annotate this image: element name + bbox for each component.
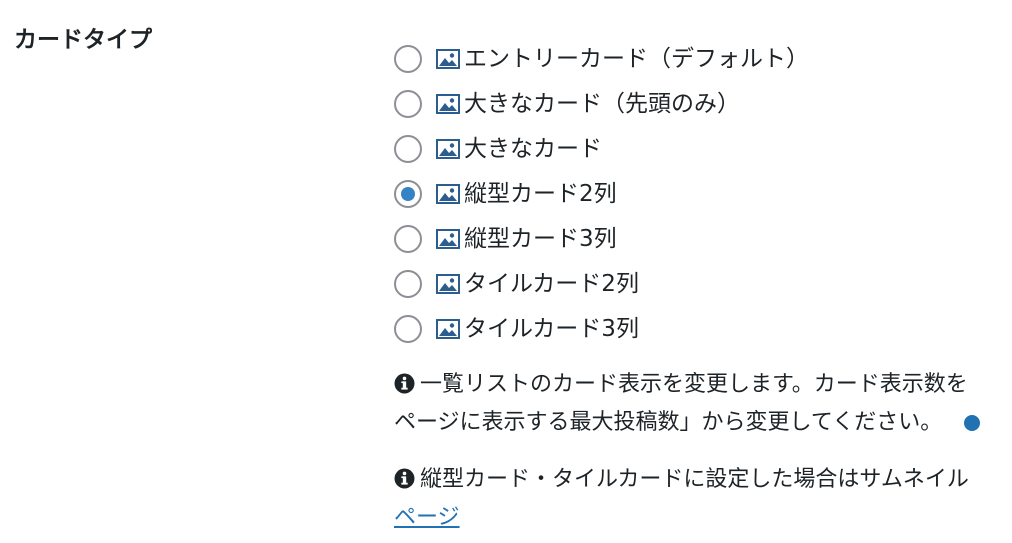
description-line: 縦型カード・タイルカードに設定した場合はサムネイル bbox=[394, 461, 1012, 499]
radio-option-label: タイルカード2列 bbox=[464, 270, 639, 297]
image-icon bbox=[436, 48, 460, 69]
radio-option-entry-card-default[interactable]: エントリーカード（デフォルト） bbox=[394, 36, 809, 81]
image-icon bbox=[436, 228, 460, 249]
description-text: 縦型カード・タイルカードに設定した場合はサムネイル bbox=[420, 467, 969, 492]
radio-option-label: エントリーカード（デフォルト） bbox=[464, 45, 809, 72]
radio-option-label: 大きなカード bbox=[464, 135, 602, 162]
image-icon bbox=[436, 273, 460, 294]
thumbnail-description: 縦型カード・タイルカードに設定した場合はサムネイル ページ bbox=[394, 461, 1012, 537]
radio-option-vertical-card-3-columns[interactable]: 縦型カード3列 bbox=[394, 216, 809, 261]
card-display-description: 一覧リストのカード表示を変更します。カード表示数を ページに表示する最大投稿数」… bbox=[394, 366, 1012, 442]
radio-option-tile-card-3-columns[interactable]: タイルカード3列 bbox=[394, 306, 809, 351]
radio-option-vertical-card-2-columns[interactable]: 縦型カード2列 bbox=[394, 171, 809, 216]
image-icon bbox=[436, 318, 460, 339]
card-type-radio-group: エントリーカード（デフォルト） 大きなカード（先頭のみ） 大きなカード 縦型カー… bbox=[394, 36, 809, 351]
image-icon bbox=[436, 93, 460, 114]
radio-option-large-card-first-only[interactable]: 大きなカード（先頭のみ） bbox=[394, 81, 809, 126]
image-icon bbox=[436, 138, 460, 159]
info-circle-icon bbox=[394, 373, 415, 394]
image-icon bbox=[436, 183, 460, 204]
description-line: ページ bbox=[394, 499, 1012, 537]
info-circle-icon bbox=[394, 468, 415, 489]
radio-button[interactable] bbox=[394, 134, 422, 163]
help-link-icon[interactable] bbox=[964, 415, 981, 431]
radio-button[interactable] bbox=[394, 224, 422, 253]
description-line: 一覧リストのカード表示を変更します。カード表示数を bbox=[394, 366, 1012, 404]
radio-option-label: 縦型カード3列 bbox=[464, 225, 617, 252]
radio-option-label: 大きなカード（先頭のみ） bbox=[464, 90, 740, 117]
radio-option-label: 縦型カード2列 bbox=[464, 180, 617, 207]
radio-button[interactable] bbox=[394, 314, 422, 343]
radio-option-large-card[interactable]: 大きなカード bbox=[394, 126, 809, 171]
radio-button-selected[interactable] bbox=[394, 179, 422, 208]
card-type-label: カードタイプ bbox=[14, 27, 152, 53]
radio-option-label: タイルカード3列 bbox=[464, 315, 639, 342]
description-text: 一覧リストのカード表示を変更します。カード表示数を bbox=[420, 372, 968, 397]
description-line: ページに表示する最大投稿数」から変更してください。 bbox=[394, 404, 1012, 442]
radio-button[interactable] bbox=[394, 44, 422, 73]
settings-page-link[interactable]: ページ bbox=[394, 505, 460, 530]
radio-option-tile-card-2-columns[interactable]: タイルカード2列 bbox=[394, 261, 809, 306]
description-text: ページに表示する最大投稿数」から変更してください。 bbox=[394, 410, 943, 435]
radio-button[interactable] bbox=[394, 89, 422, 118]
radio-button[interactable] bbox=[394, 269, 422, 298]
